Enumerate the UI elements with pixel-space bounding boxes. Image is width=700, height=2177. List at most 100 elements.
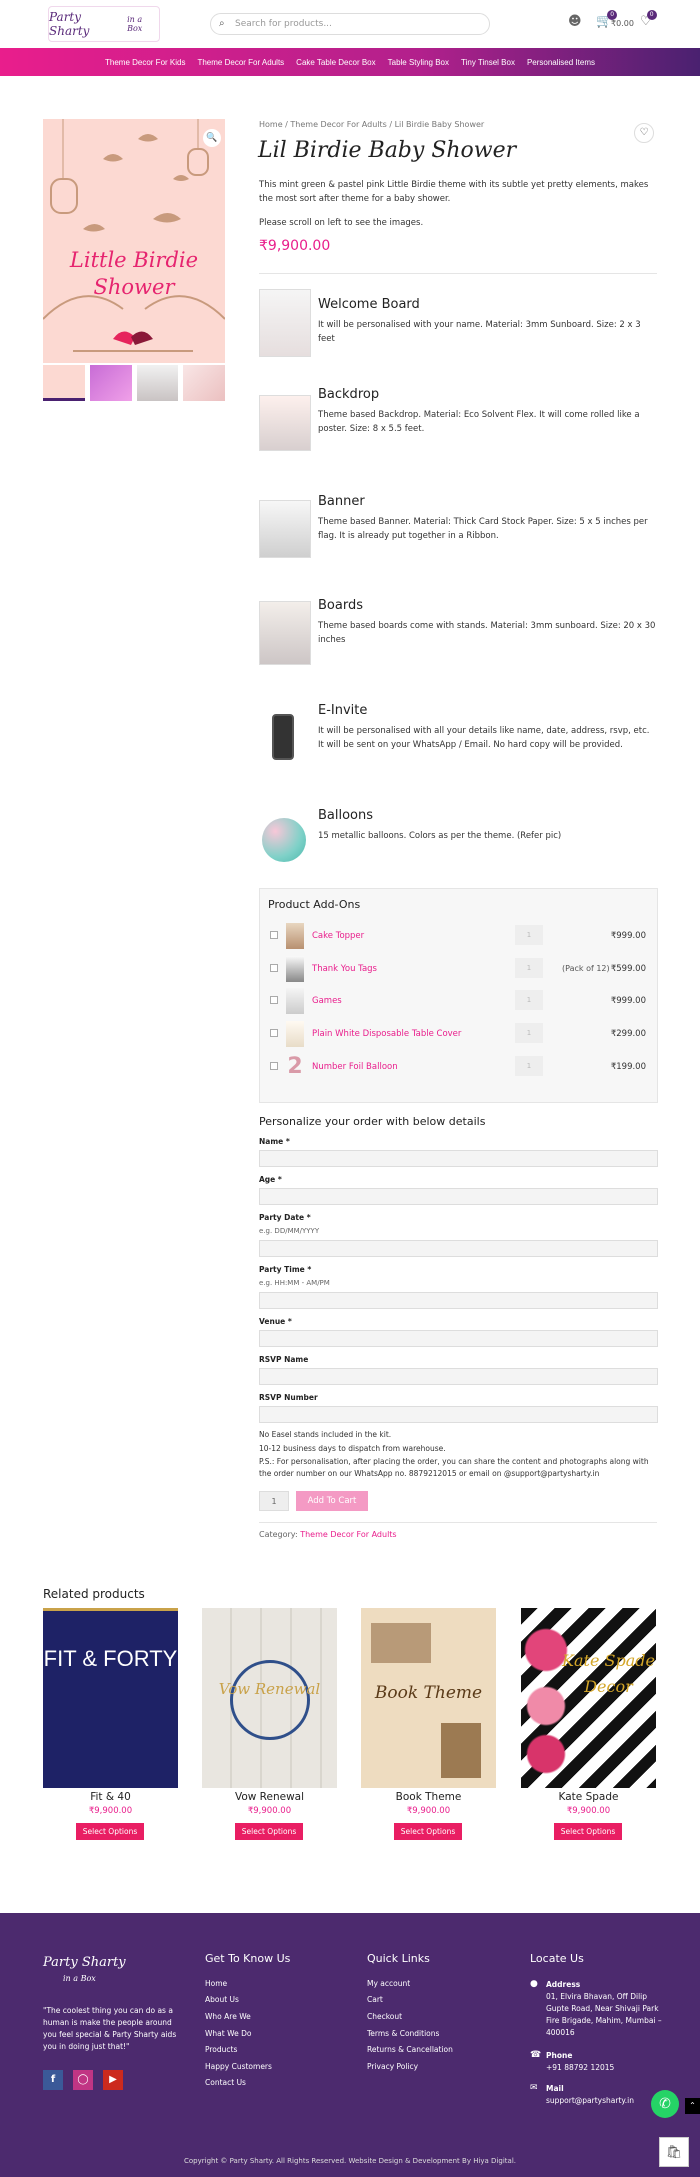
footer-link[interactable]: What We Do xyxy=(205,2029,251,2038)
related-product-name[interactable]: Kate Spade xyxy=(521,1791,656,1803)
related-product-name[interactable]: Fit & 40 xyxy=(43,1791,178,1803)
thumbnail[interactable] xyxy=(43,365,85,401)
footer-link[interactable]: Privacy Policy xyxy=(367,2062,418,2071)
age-field[interactable] xyxy=(259,1188,658,1205)
footer-link[interactable]: Terms & Conditions xyxy=(367,2029,439,2038)
site-logo[interactable]: Party Sharty in a Box xyxy=(48,6,160,42)
addon-checkbox[interactable] xyxy=(270,996,278,1004)
whatsapp-icon[interactable]: ✆ xyxy=(651,2090,679,2118)
related-product-name[interactable]: Vow Renewal xyxy=(202,1791,337,1803)
thumbnail[interactable] xyxy=(89,365,132,401)
thumbnail[interactable] xyxy=(136,365,179,401)
footer-link[interactable]: Who Are We xyxy=(205,2012,251,2021)
addon-checkbox[interactable] xyxy=(270,931,278,939)
nav-item[interactable]: Theme Decor For Kids xyxy=(99,58,191,67)
instagram-icon[interactable]: ◯ xyxy=(73,2070,93,2090)
wishlist-icon[interactable]: ♡ 0 xyxy=(640,10,657,29)
footer-link[interactable]: Home xyxy=(205,1979,227,1988)
welcome-board-image xyxy=(259,289,311,357)
product-main-image[interactable]: Little Birdie Shower 🔍 xyxy=(43,119,225,363)
footer-link[interactable]: Contact Us xyxy=(205,2078,246,2087)
footer-link[interactable]: My account xyxy=(367,1979,410,1988)
phone-text[interactable]: +91 88792 12015 xyxy=(546,2063,614,2072)
related-product-image[interactable]: Vow Renewal xyxy=(202,1608,337,1788)
feature-text: Theme based Backdrop. Material: Eco Solv… xyxy=(318,410,640,434)
party-time-field[interactable] xyxy=(259,1292,658,1309)
rsvp-number-field[interactable] xyxy=(259,1406,658,1423)
footer-logo[interactable]: Party Sharty in a Box xyxy=(43,1955,143,1995)
select-options-button[interactable]: Select Options xyxy=(235,1823,303,1840)
related-product-image[interactable]: FIT & FORTY xyxy=(43,1608,178,1788)
addon-qty[interactable]: 1 xyxy=(515,1056,543,1076)
addon-name[interactable]: Plain White Disposable Table Cover xyxy=(312,1029,461,1039)
party-date-field[interactable] xyxy=(259,1240,658,1257)
addon-row: 2 Number Foil Balloon 1 ₹199.00 xyxy=(270,1054,650,1080)
quantity-input[interactable]: 1 xyxy=(259,1491,289,1511)
breadcrumb[interactable]: Home / Theme Decor For Adults / Lil Bird… xyxy=(259,120,484,129)
youtube-icon[interactable]: ▶ xyxy=(103,2070,123,2090)
footer-link[interactable]: Checkout xyxy=(367,2012,402,2021)
party-time-hint: e.g. HH:MM - AM/PM xyxy=(259,1279,330,1287)
thumbnail[interactable] xyxy=(183,365,225,401)
feature-title: Backdrop xyxy=(318,387,380,402)
footer-link[interactable]: Happy Customers xyxy=(205,2062,272,2071)
nav-item[interactable]: Table Styling Box xyxy=(382,58,455,67)
user-icon[interactable]: ☻ xyxy=(568,14,582,29)
related-product-price: ₹9,900.00 xyxy=(566,1806,611,1816)
nav-item[interactable]: Cake Table Decor Box xyxy=(290,58,381,67)
addon-qty[interactable]: 1 xyxy=(515,925,543,945)
select-options-button[interactable]: Select Options xyxy=(394,1823,462,1840)
add-to-cart-button[interactable]: Add To Cart xyxy=(296,1491,368,1511)
addon-thumbnail xyxy=(286,923,304,949)
related-product-price: ₹9,900.00 xyxy=(406,1806,451,1816)
addon-row: Games 1 ₹999.00 xyxy=(270,988,650,1014)
zoom-icon[interactable]: 🔍 xyxy=(203,129,221,147)
addon-name[interactable]: Number Foil Balloon xyxy=(312,1062,398,1072)
addon-checkbox[interactable] xyxy=(270,1029,278,1037)
related-product-image[interactable]: Book Theme xyxy=(361,1608,496,1788)
location-icon: ● xyxy=(530,1979,538,1989)
main-image-text: Little Birdie Shower xyxy=(69,248,199,299)
related-product-image[interactable]: Kate Spade Decor xyxy=(521,1608,656,1788)
addon-qty[interactable]: 1 xyxy=(515,958,543,978)
footer-link[interactable]: Cart xyxy=(367,1995,383,2004)
facebook-icon[interactable]: f xyxy=(43,2070,63,2090)
search-icon: ⌕ xyxy=(219,18,225,29)
rsvp-name-field[interactable] xyxy=(259,1368,658,1385)
main-nav: Theme Decor For Kids Theme Decor For Adu… xyxy=(0,48,700,76)
addon-name[interactable]: Cake Topper xyxy=(312,931,364,941)
addon-checkbox[interactable] xyxy=(270,964,278,972)
nav-item[interactable]: Tiny Tinsel Box xyxy=(455,58,521,67)
cart-icon[interactable]: 🛒 0 xyxy=(596,10,618,29)
cart-total[interactable]: ₹0.00 xyxy=(611,19,634,28)
rsvp-name-label: RSVP Name xyxy=(259,1355,309,1364)
footer-link[interactable]: Products xyxy=(205,2045,237,2054)
wishlist-heart-icon[interactable]: ♡ xyxy=(634,123,654,143)
search-input[interactable]: ⌕ Search for products... xyxy=(210,13,490,35)
mail-text[interactable]: support@partysharty.in xyxy=(546,2096,634,2105)
addon-name[interactable]: Games xyxy=(312,996,342,1006)
addon-price: ₹599.00 xyxy=(610,964,646,974)
addon-qty[interactable]: 1 xyxy=(515,1023,543,1043)
phone-label: Phone xyxy=(546,2051,573,2060)
addon-name[interactable]: Thank You Tags xyxy=(312,964,377,974)
related-image-text: Vow Renewal xyxy=(218,1680,321,1698)
address-text: 01, Elvira Bhavan, Off Dilip Gupte Road,… xyxy=(546,1992,662,2037)
scroll-top-icon[interactable]: ⌃ xyxy=(685,2098,700,2114)
party-date-label: Party Date * xyxy=(259,1213,311,1222)
footer-link[interactable]: About Us xyxy=(205,1995,239,2004)
nav-item[interactable]: Personalised Items xyxy=(521,58,601,67)
category-link[interactable]: Theme Decor For Adults xyxy=(300,1530,396,1539)
select-options-button[interactable]: Select Options xyxy=(554,1823,622,1840)
nav-item[interactable]: Theme Decor For Adults xyxy=(191,58,290,67)
addon-qty[interactable]: 1 xyxy=(515,990,543,1010)
mail-icon: ✉ xyxy=(530,2083,538,2093)
venue-field[interactable] xyxy=(259,1330,658,1347)
footer-col-title: Locate Us xyxy=(530,1952,584,1965)
footer-link[interactable]: Returns & Cancellation xyxy=(367,2045,453,2054)
feature-text: It will be personalised with your name. … xyxy=(318,320,641,344)
select-options-button[interactable]: Select Options xyxy=(76,1823,144,1840)
name-field[interactable] xyxy=(259,1150,658,1167)
addon-checkbox[interactable] xyxy=(270,1062,278,1070)
related-product-name[interactable]: Book Theme xyxy=(361,1791,496,1803)
